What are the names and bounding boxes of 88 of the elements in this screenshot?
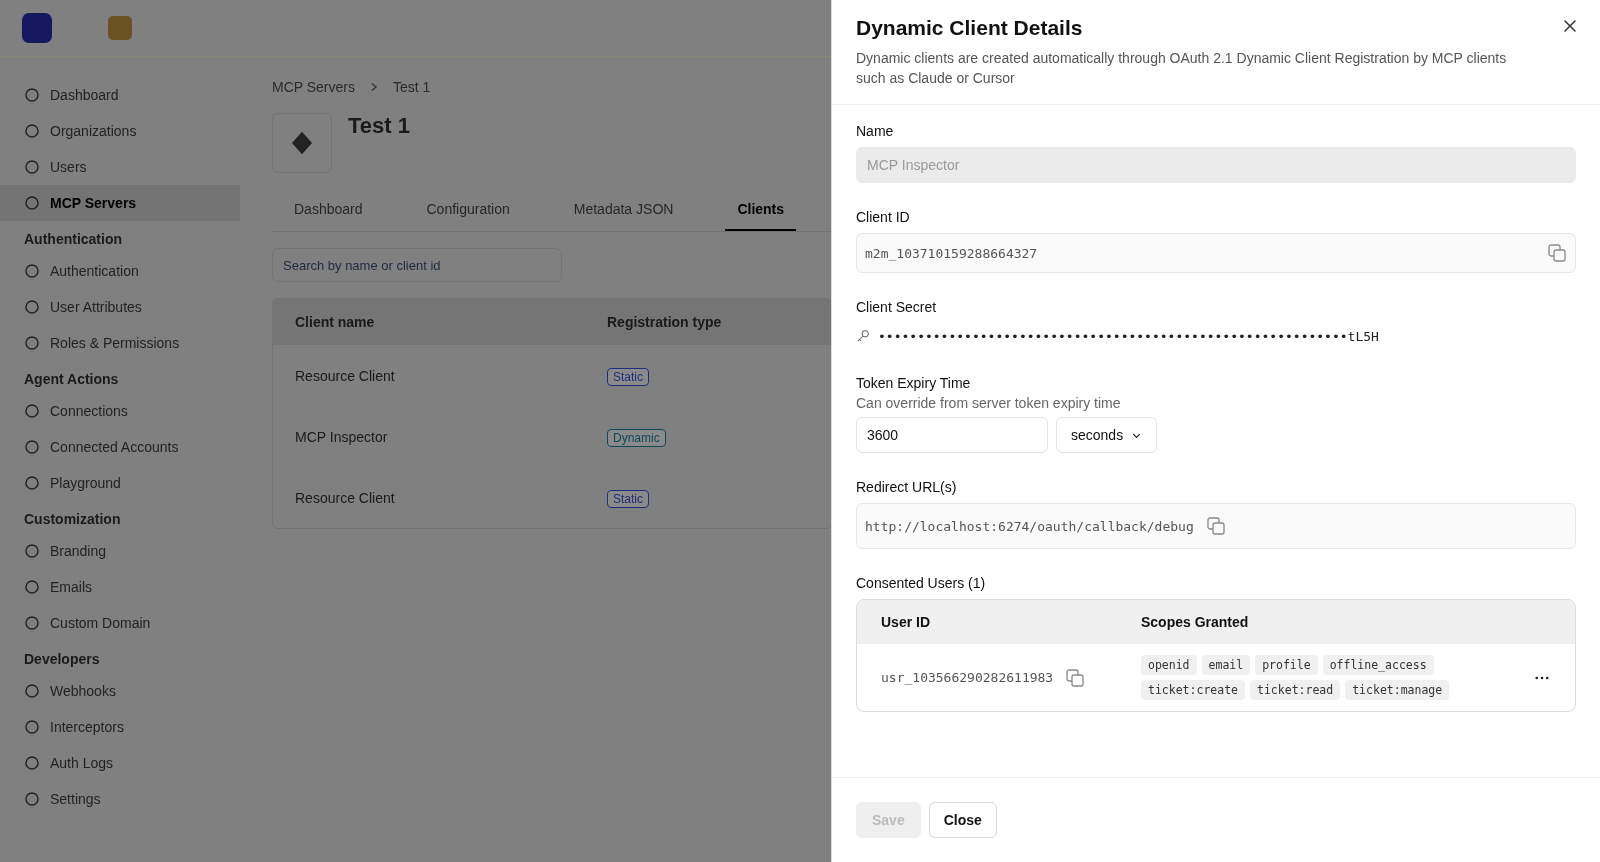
field-label: Consented Users (1) bbox=[856, 575, 987, 591]
sidebar-item[interactable]: Webhooks bbox=[0, 673, 240, 709]
column-header: User ID bbox=[881, 614, 932, 630]
sidebar-heading: Agent Actions bbox=[23, 370, 120, 389]
table-cell-text: Resource Client bbox=[295, 367, 396, 384]
panel-title: Dynamic Client Details bbox=[856, 16, 1084, 40]
sidebar-item[interactable]: MCP Servers bbox=[0, 185, 240, 221]
circle-icon bbox=[24, 195, 40, 211]
circle-icon bbox=[24, 159, 40, 175]
user-id: usr_103566290282611983 bbox=[881, 670, 1054, 685]
circle-icon bbox=[24, 403, 40, 419]
sidebar-item[interactable]: User Attributes bbox=[0, 289, 240, 325]
scope-tag: openid bbox=[1141, 655, 1197, 675]
redirect-url: http://localhost:6274/oauth/callback/debug bbox=[865, 518, 1194, 534]
circle-icon bbox=[24, 335, 40, 351]
scope-tag: ticket:manage bbox=[1345, 680, 1450, 700]
workspace-logo-icon[interactable] bbox=[22, 13, 52, 43]
circle-icon bbox=[24, 299, 40, 315]
field-label: Name bbox=[856, 123, 895, 139]
sidebar-item[interactable]: Connected Accounts bbox=[0, 429, 240, 465]
tab[interactable]: Dashboard bbox=[282, 193, 375, 231]
sidebar-heading: Customization bbox=[23, 510, 122, 529]
sidebar-heading: Authentication bbox=[23, 230, 123, 249]
field-label: Client Secret bbox=[856, 299, 938, 315]
scope-tag: email bbox=[1201, 655, 1251, 675]
circle-icon bbox=[24, 543, 40, 559]
search-field[interactable]: Search by name or client id bbox=[272, 248, 562, 282]
registration-badge: Static bbox=[607, 489, 649, 508]
circle-icon bbox=[24, 615, 40, 631]
environment-avatar-icon[interactable] bbox=[108, 16, 132, 40]
chevron-right-icon bbox=[369, 82, 379, 92]
sidebar-heading: Developers bbox=[23, 650, 101, 669]
column-header: Client name bbox=[295, 314, 376, 330]
column-header: Scopes Granted bbox=[1141, 614, 1250, 630]
client-id-value: m2m_103710159288664327 bbox=[865, 245, 1038, 261]
field-label: Redirect URL(s) bbox=[856, 479, 958, 495]
tab[interactable]: Configuration bbox=[414, 193, 522, 231]
tab[interactable]: Clients bbox=[725, 193, 797, 231]
sidebar-item[interactable]: Playground bbox=[0, 465, 240, 501]
field-hint: Can override from server token expiry time bbox=[856, 395, 1122, 411]
scope-tag: offline_access bbox=[1322, 655, 1434, 675]
sidebar-item[interactable]: Roles & Permissions bbox=[0, 325, 240, 361]
table-cell-text: Resource Client bbox=[295, 489, 396, 506]
circle-icon bbox=[24, 475, 40, 491]
expiry-input[interactable]: 3600 bbox=[856, 417, 1048, 453]
footer-button[interactable]: Close bbox=[928, 802, 997, 838]
circle-icon bbox=[24, 263, 40, 279]
registration-badge: Static bbox=[607, 367, 649, 386]
scope-tag: ticket:create bbox=[1141, 680, 1245, 700]
sidebar-item[interactable]: Authentication bbox=[0, 253, 240, 289]
scope-tag: profile bbox=[1255, 655, 1318, 675]
sidebar-item[interactable]: Settings bbox=[0, 781, 240, 817]
sidebar-item[interactable]: Interceptors bbox=[0, 709, 240, 745]
panel-description: Dynamic clients are created automatically through OAuth 2.1 Dynamic Client Registration by MCP clients such as Claude or Cursor bbox=[856, 49, 1508, 88]
registration-badge: Dynamic bbox=[607, 428, 666, 447]
circle-icon bbox=[24, 719, 40, 735]
circle-icon bbox=[24, 439, 40, 455]
circle-icon bbox=[24, 755, 40, 771]
client-secret-value: ••••••••••••••••••••••••••••••••••••••••••••••••••••••••••••tL5H bbox=[878, 328, 1379, 344]
unit-dropdown[interactable]: seconds bbox=[1056, 417, 1158, 453]
circle-icon bbox=[24, 87, 40, 103]
sidebar-item[interactable]: Dashboard bbox=[0, 77, 240, 113]
key-icon bbox=[856, 329, 870, 343]
circle-icon bbox=[24, 579, 40, 595]
breadcrumb-link[interactable]: MCP Servers bbox=[272, 79, 355, 95]
copy-icon[interactable] bbox=[1547, 243, 1567, 263]
breadcrumb-link[interactable]: Test 1 bbox=[393, 79, 431, 95]
sidebar-item[interactable]: Organizations bbox=[0, 113, 240, 149]
sidebar-item[interactable]: Emails bbox=[0, 569, 240, 605]
copy-icon[interactable] bbox=[1205, 516, 1226, 536]
circle-icon bbox=[24, 791, 40, 807]
field-label: Client ID bbox=[856, 209, 911, 225]
table-cell-text: MCP Inspector bbox=[295, 428, 389, 445]
scope-tag: ticket:read bbox=[1250, 680, 1341, 700]
circle-icon bbox=[24, 123, 40, 139]
close-icon[interactable] bbox=[1562, 18, 1578, 34]
field-label: Token Expiry Time bbox=[856, 375, 972, 391]
sidebar-item[interactable]: Users bbox=[0, 149, 240, 185]
sidebar-item[interactable]: Auth Logs bbox=[0, 745, 240, 781]
sidebar-item[interactable]: Connections bbox=[0, 393, 240, 429]
server-icon bbox=[272, 113, 332, 173]
page-title: Test 1 bbox=[348, 113, 410, 139]
sidebar-item[interactable]: Custom Domain bbox=[0, 605, 240, 641]
column-header: Registration type bbox=[607, 314, 723, 330]
tab[interactable]: Metadata JSON bbox=[561, 193, 686, 231]
copy-icon[interactable] bbox=[1065, 667, 1086, 688]
sidebar-item[interactable]: Branding bbox=[0, 533, 240, 569]
circle-icon bbox=[24, 683, 40, 699]
